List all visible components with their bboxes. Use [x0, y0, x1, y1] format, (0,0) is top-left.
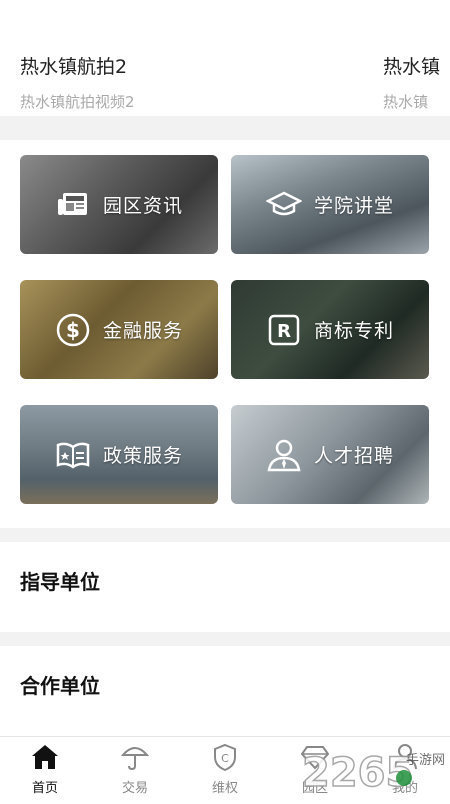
tab-trade[interactable]: 交易 [90, 737, 180, 801]
tile-finance[interactable]: $ 金融服务 [20, 280, 218, 379]
person-icon [266, 437, 302, 473]
svg-text:$: $ [66, 318, 80, 342]
tile-label: 政策服务 [102, 445, 183, 467]
video-card[interactable]: 热水镇 热水镇 [383, 52, 440, 112]
svg-text:C: C [221, 752, 229, 765]
tile-recruitment[interactable]: 人才招聘 [231, 405, 429, 504]
tile-label: 园区资讯 [102, 195, 183, 217]
tile-label: 金融服务 [102, 320, 183, 342]
policy-book-icon [55, 437, 91, 473]
tab-label: 我的 [391, 781, 418, 796]
video-title: 热水镇 [383, 56, 441, 78]
section-divider [0, 632, 450, 646]
newspaper-icon [55, 187, 91, 223]
section-divider [0, 116, 450, 140]
tile-label: 商标专利 [313, 320, 394, 342]
tile-academy[interactable]: 学院讲堂 [231, 155, 429, 254]
home-icon [31, 743, 59, 771]
section-divider [0, 528, 450, 542]
shield-c-icon: C [211, 743, 239, 771]
video-subtitle: 热水镇航拍视频2 [20, 93, 135, 111]
graduation-cap-icon [265, 187, 302, 223]
video-card[interactable]: 热水镇航拍2 热水镇航拍视频2 [20, 52, 135, 112]
section-title: 合作单位 [20, 674, 100, 698]
tile-policy[interactable]: 政策服务 [20, 405, 218, 504]
video-carousel[interactable]: 热水镇航拍2 热水镇航拍视频2 热水镇 热水镇 [0, 0, 450, 116]
tab-label: 首页 [31, 781, 58, 796]
dollar-coin-icon: $ [55, 312, 91, 348]
guidance-section: 指导单位 [0, 542, 450, 632]
tab-label: 交易 [121, 781, 148, 796]
tile-label: 学院讲堂 [313, 195, 394, 217]
tab-label: 维权 [211, 781, 238, 796]
tab-park[interactable]: 园区 [270, 737, 360, 801]
video-title: 热水镇航拍2 [20, 56, 128, 78]
tile-trademark[interactable]: R 商标专利 [231, 280, 429, 379]
svg-text:R: R [277, 321, 291, 342]
service-grid: 园区资讯 学院讲堂 $ 金融服务 R 商标专利 政策服务 人才招聘 [0, 140, 450, 520]
user-icon [391, 743, 419, 771]
tab-label: 园区 [301, 781, 328, 796]
partner-section: 合作单位 [0, 646, 450, 736]
tab-rights[interactable]: C 维权 [180, 737, 270, 801]
tile-label: 人才招聘 [313, 445, 394, 467]
tile-park-news[interactable]: 园区资讯 [20, 155, 218, 254]
video-subtitle: 热水镇 [383, 93, 429, 111]
umbrella-icon [121, 743, 149, 771]
tab-mine[interactable]: 我的 [360, 737, 450, 801]
tab-home[interactable]: 首页 [0, 737, 90, 801]
diamond-icon [301, 743, 329, 771]
bottom-tab-bar: 首页 交易 C 维权 园区 我的 [0, 736, 450, 801]
registered-trademark-icon: R [266, 312, 302, 348]
section-title: 指导单位 [20, 570, 100, 594]
